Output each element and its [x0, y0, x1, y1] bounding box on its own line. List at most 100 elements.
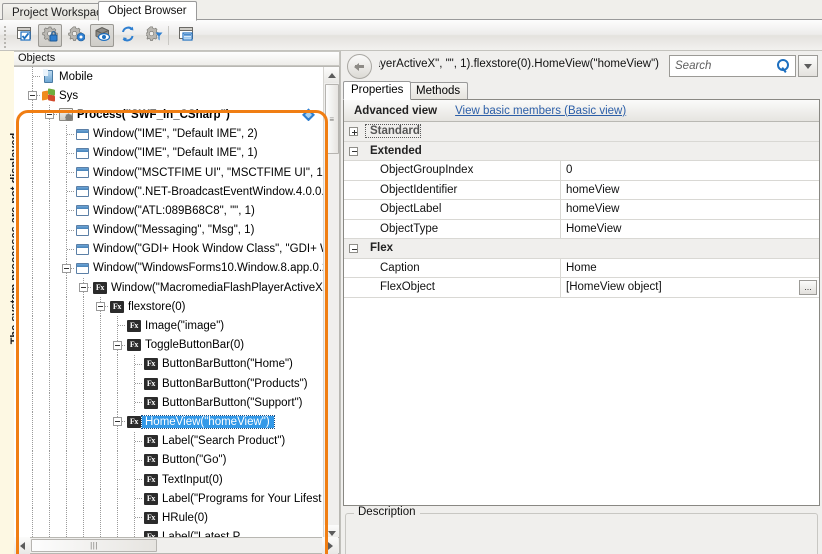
tree-collapse-icon[interactable]: [28, 91, 37, 100]
search-box[interactable]: Search: [669, 55, 796, 77]
property-row[interactable]: ObjectIdentifierhomeView: [344, 181, 819, 201]
tree-guide-line: [66, 355, 67, 374]
tree-item-content: Process("SWF_in_CSharp"): [59, 105, 234, 124]
tree-item-content: FxLabel("Programs for Your Lifest: [144, 489, 323, 508]
tree-item[interactable]: FxWindow("MacromediaFlashPlayerActiveX",: [14, 278, 323, 297]
tree-guide-line: [32, 336, 33, 355]
property-value-cell[interactable]: 0: [560, 161, 819, 180]
search-icon[interactable]: [775, 58, 791, 74]
tree-guide-line: [117, 451, 118, 470]
refresh-icon: [120, 26, 137, 45]
tree-item[interactable]: FxToggleButtonBar(0): [14, 336, 323, 355]
tree-item[interactable]: FxLabel("Programs for Your Lifest: [14, 489, 323, 508]
tree-item[interactable]: Window("Messaging", "Msg", 1): [14, 221, 323, 240]
tree-item[interactable]: Window("GDI+ Hook Window Class", "GDI+ W…: [14, 240, 323, 259]
show-visible-objects-button[interactable]: [90, 24, 114, 47]
filter-objects-button[interactable]: [142, 24, 166, 47]
tree-collapse-icon[interactable]: [79, 283, 88, 292]
property-row[interactable]: ObjectGroupIndex 0: [344, 161, 819, 181]
property-row[interactable]: ObjectTypeHomeView: [344, 220, 819, 240]
fx-icon: Fx: [144, 474, 159, 486]
property-value-cell[interactable]: homeView: [560, 200, 819, 219]
open-value-editor-button[interactable]: ...: [799, 280, 817, 295]
property-row[interactable]: FlexObject[HomeView object]...: [344, 278, 819, 298]
tree-item[interactable]: Window(".NET-BroadcastEventWindow.4.0.0.…: [14, 182, 323, 201]
tree-item[interactable]: Window("IME", "Default IME", 2): [14, 125, 323, 144]
tree-collapse-icon[interactable]: [96, 302, 105, 311]
basic-view-link[interactable]: View basic members (Basic view): [455, 105, 626, 117]
category-collapse-icon[interactable]: [349, 244, 358, 253]
tree-horizontal-scrollbar[interactable]: |||: [14, 537, 340, 554]
tree-guide-line: [49, 336, 50, 355]
tree-item[interactable]: FxButton("Go"): [14, 451, 323, 470]
tab-object-browser[interactable]: Object Browser: [98, 1, 197, 21]
refresh-button[interactable]: [116, 24, 140, 47]
tree-item[interactable]: FxLabel("Search Product"): [14, 432, 323, 451]
tree-item-content: FxButtonBarButton("Home"): [144, 355, 297, 374]
fx-icon: Fx: [127, 416, 142, 428]
back-button[interactable]: [347, 54, 372, 79]
tree-item[interactable]: Window("MSCTFIME UI", "MSCTFIME UI", 1): [14, 163, 323, 182]
property-name: ObjectGroupIndex: [344, 164, 560, 176]
tree-guide-line: [67, 210, 75, 211]
tree-guide-line: [49, 297, 50, 316]
tree-guide-line: [49, 163, 50, 182]
tree-item[interactable]: Process("SWF_in_CSharp"): [14, 105, 323, 124]
tree-item[interactable]: Window("IME", "Default IME", 1): [14, 144, 323, 163]
property-value-cell[interactable]: HomeView: [560, 220, 819, 239]
property-value-cell[interactable]: homeView: [560, 181, 819, 200]
show-hidden-objects-button[interactable]: [38, 24, 62, 47]
tree-item[interactable]: Sys: [14, 86, 323, 105]
tree-guide-line: [66, 412, 67, 431]
tree-item[interactable]: Mobile: [14, 67, 323, 86]
tree-item[interactable]: Window("WindowsForms10.Window.8.app.0.2: [14, 259, 323, 278]
tree-collapse-icon[interactable]: [45, 110, 54, 119]
tree-collapse-icon[interactable]: [113, 341, 122, 350]
tree-item[interactable]: FxImage("image"): [14, 316, 323, 335]
objects-tree[interactable]: MobileSysProcess("SWF_in_CSharp")Window(…: [14, 66, 340, 554]
tree-item[interactable]: Window("ATL:089B68C8", "", 1): [14, 201, 323, 220]
tree-item[interactable]: FxHomeView("homeView"): [14, 412, 323, 431]
tree-guide-line: [49, 259, 50, 278]
show-system-objects-button[interactable]: [64, 24, 88, 47]
tree-collapse-icon[interactable]: [62, 264, 71, 273]
tree-item[interactable]: FxButtonBarButton("Support"): [14, 393, 323, 412]
property-value-cell[interactable]: Home: [560, 259, 819, 278]
h-scroll-thumb[interactable]: |||: [31, 539, 157, 552]
scroll-left-button[interactable]: [14, 537, 30, 554]
property-row[interactable]: CaptionHome: [344, 259, 819, 279]
triangle-down-icon: [328, 531, 336, 536]
object-properties-button[interactable]: [174, 24, 198, 47]
tree-guide-line: [49, 393, 50, 412]
tree-vertical-scrollbar[interactable]: ≡: [323, 67, 339, 541]
back-arrow-icon: [353, 60, 366, 73]
category-collapse-icon[interactable]: [349, 147, 358, 156]
property-value: 0: [566, 164, 572, 176]
tree-item-content: FxTextInput(0): [144, 470, 227, 489]
property-category-row[interactable]: Extended: [344, 142, 819, 162]
property-category-row[interactable]: Flex: [344, 239, 819, 259]
tree-guide-line: [66, 278, 67, 297]
search-input[interactable]: Search: [670, 60, 775, 72]
search-options-dropdown[interactable]: [798, 55, 818, 77]
tree-item[interactable]: FxButtonBarButton("Home"): [14, 355, 323, 374]
tree-item[interactable]: FxHRule(0): [14, 508, 323, 527]
property-value-cell[interactable]: [HomeView object]...: [560, 278, 819, 297]
property-category-row[interactable]: Standard: [344, 122, 819, 142]
tree-item[interactable]: Fxflexstore(0): [14, 297, 323, 316]
tree-guide-line: [83, 355, 84, 374]
tree-item[interactable]: FxTextInput(0): [14, 470, 323, 489]
tree-item[interactable]: FxButtonBarButton("Products"): [14, 374, 323, 393]
property-row[interactable]: ObjectLabelhomeView: [344, 200, 819, 220]
tree-collapse-icon[interactable]: [113, 417, 122, 426]
category-expand-icon[interactable]: [349, 127, 358, 136]
tree-item-label: Mobile: [56, 71, 97, 83]
tree-scroll-thumb[interactable]: ≡: [325, 84, 339, 154]
show-tested-objects-button[interactable]: [12, 24, 36, 47]
scroll-up-button[interactable]: [324, 67, 340, 83]
toolbar-grip[interactable]: [4, 26, 8, 45]
scroll-right-button[interactable]: [322, 537, 338, 554]
tab-properties[interactable]: Properties: [343, 81, 411, 100]
tab-methods[interactable]: Methods: [408, 82, 468, 100]
tree-guide-line: [67, 153, 75, 154]
